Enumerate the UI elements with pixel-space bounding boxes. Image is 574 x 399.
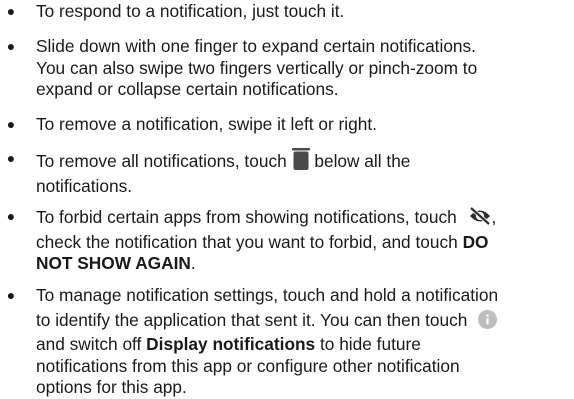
text-segment: check the notification that you want to … (36, 231, 458, 252)
text-segment: To forbid certain apps from showing noti… (36, 207, 457, 227)
list-item-text: To manage notification settings, touch a… (36, 285, 574, 399)
trash-icon (291, 148, 310, 176)
text-segment: and switch off (36, 334, 142, 354)
bullet-icon: ● (6, 116, 16, 132)
bullet-icon: ● (6, 287, 16, 303)
text-segment-bold: Display notifications (146, 334, 316, 354)
text-line: Slide down with one finger to expand cer… (36, 36, 476, 56)
text-line: expand or collapse certain notifications… (36, 79, 339, 99)
text-segment: To remove all notifications, touch (36, 151, 287, 171)
list-item-text: To remove all notifications, touch below… (36, 148, 574, 197)
bullet-icon: ● (6, 150, 16, 166)
bullet-icon: ● (6, 38, 16, 54)
text-line: To manage notification settings, touch a… (36, 285, 499, 305)
text-line: options for this app. (36, 377, 187, 397)
text-segment: . (190, 253, 196, 273)
text-segment: , (491, 207, 497, 227)
eye-off-icon (468, 206, 492, 232)
list-item-text: To respond to a notification, just touch… (36, 1, 574, 23)
text-line: To respond to a notification, just touch… (36, 1, 345, 21)
text-line: You can also swipe two fingers verticall… (36, 57, 478, 78)
text-line: To remove a notification, swipe it left … (36, 114, 377, 134)
text-segment: below all the (314, 151, 411, 171)
text-segment-bold: NOT SHOW AGAIN (36, 253, 191, 273)
bullet-icon: ● (6, 3, 16, 19)
list-item-text: To forbid certain apps from showing noti… (36, 206, 574, 275)
list-item-text: Slide down with one finger to expand cer… (36, 36, 574, 101)
text-segment-bold: DO (462, 231, 489, 252)
text-line: notifications. (36, 175, 133, 196)
bullet-icon: ● (6, 208, 16, 224)
text-line: notifications from this app or configure… (36, 355, 460, 376)
info-icon (478, 309, 498, 335)
text-segment: to hide future (319, 334, 421, 354)
text-segment: to identify the application that sent it… (36, 309, 468, 330)
list-item-text: To remove a notification, swipe it left … (36, 114, 574, 136)
